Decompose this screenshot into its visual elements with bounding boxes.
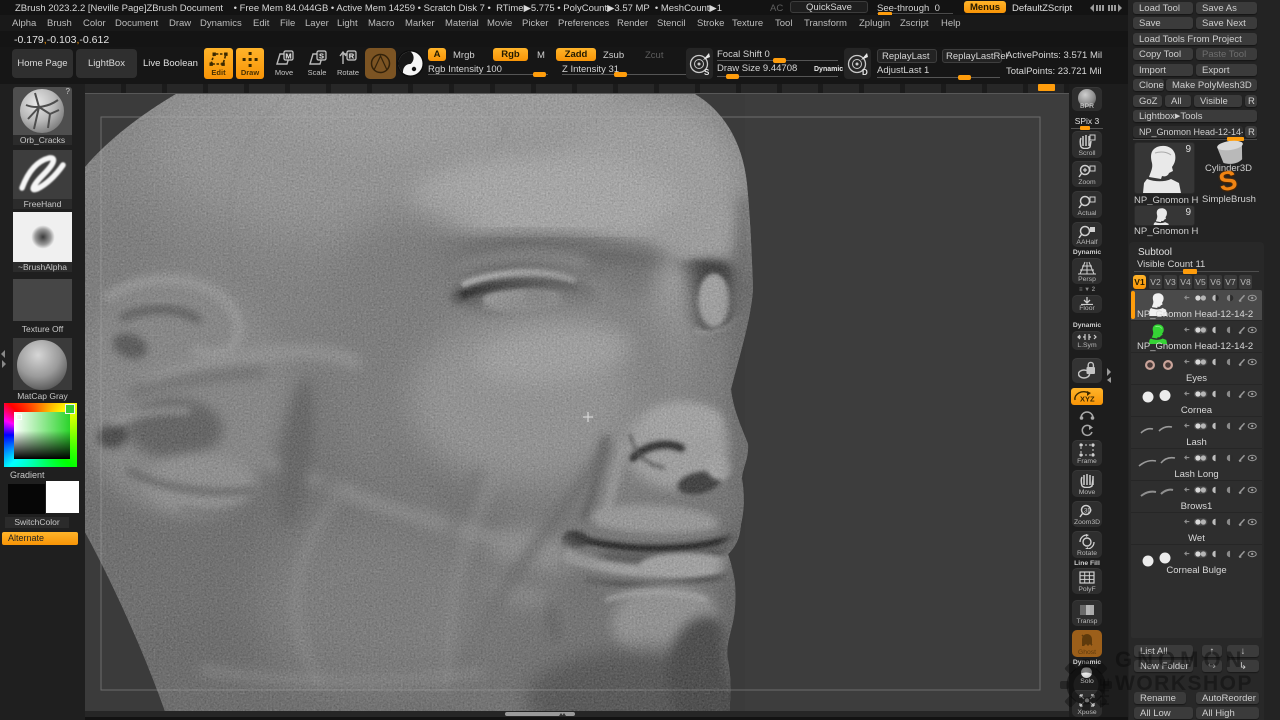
svg-text:M: M	[285, 52, 291, 61]
svg-text:R: R	[349, 52, 355, 61]
svg-text:XYZ: XYZ	[1080, 395, 1095, 404]
svg-text:S: S	[319, 52, 324, 61]
svg-text:S: S	[704, 68, 710, 77]
svg-text:3D: 3D	[1084, 509, 1092, 515]
svg-text:D: D	[862, 68, 868, 77]
